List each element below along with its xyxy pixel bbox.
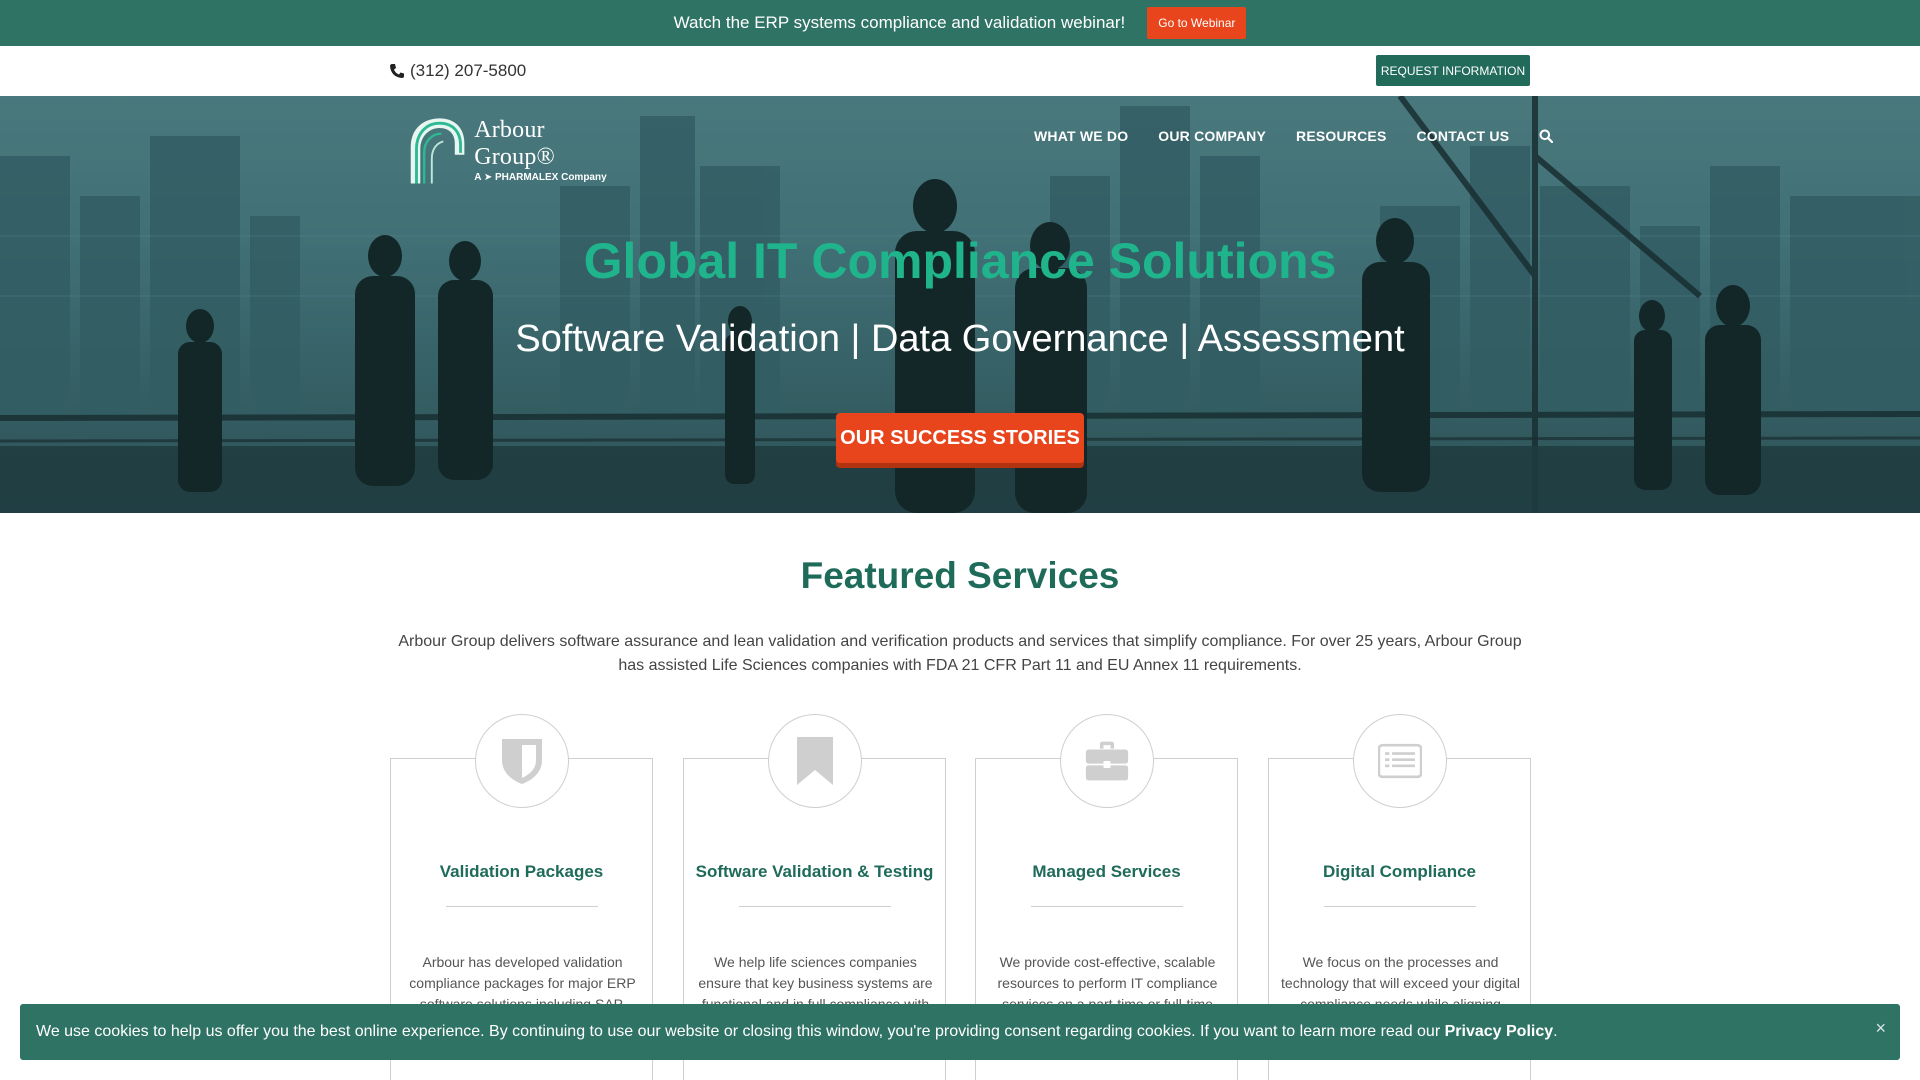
phone-text: (312) 207-5800: [410, 61, 527, 80]
utility-bar: (312) 207-5800 REQUEST INFORMATION: [0, 46, 1920, 96]
shield-icon: [502, 739, 542, 784]
card-icon-circle: [768, 714, 862, 808]
bookmark-icon: [797, 737, 833, 785]
briefcase-icon: [1085, 741, 1129, 781]
nav-resources[interactable]: RESOURCES: [1296, 128, 1386, 144]
nav-contact-us[interactable]: CONTACT US: [1417, 128, 1510, 144]
hero-subtitle: Software Validation | Data Governance | …: [515, 318, 1405, 360]
card-icon-circle: [475, 714, 569, 808]
logo-subtitle: A ➤ PHARMALEX Company: [474, 172, 607, 183]
card-icon-circle: [1060, 714, 1154, 808]
phone-number[interactable]: (312) 207-5800: [389, 61, 526, 81]
cookie-message: We use cookies to help us offer you the …: [36, 1023, 1445, 1040]
list-icon: [1378, 743, 1422, 779]
card-divider: [1031, 906, 1183, 907]
hero-title: Global IT Compliance Solutions: [583, 233, 1337, 289]
search-icon[interactable]: [1539, 129, 1554, 143]
request-information-button[interactable]: REQUEST INFORMATION: [1376, 55, 1530, 86]
main-nav: WHAT WE DO OUR COMPANY RESOURCES CONTACT…: [1034, 128, 1554, 144]
featured-services-heading: Featured Services: [800, 555, 1120, 596]
featured-services-description: Arbour Group delivers software assurance…: [398, 633, 1522, 674]
card-icon-circle: [1353, 714, 1447, 808]
privacy-policy-link[interactable]: Privacy Policy: [1445, 1023, 1554, 1040]
arbour-group-logo[interactable]: Arbour Group® A ➤ PHARMALEX Company: [405, 112, 625, 188]
card-title[interactable]: Managed Services: [976, 862, 1237, 882]
phone-icon: [390, 64, 404, 78]
card-divider: [1324, 906, 1476, 907]
cookie-suffix: .: [1553, 1023, 1558, 1040]
cookie-banner: We use cookies to help us offer you the …: [20, 1004, 1900, 1060]
card-title[interactable]: Validation Packages: [391, 862, 652, 882]
arch-logo-icon: [410, 118, 465, 184]
card-divider: [446, 906, 598, 907]
success-stories-button[interactable]: OUR SUCCESS STORIES: [836, 413, 1084, 463]
logo-name: Arbour Group®: [474, 117, 555, 170]
card-title[interactable]: Software Validation & Testing: [684, 862, 945, 882]
card-title[interactable]: Digital Compliance: [1269, 862, 1530, 882]
nav-our-company[interactable]: OUR COMPANY: [1158, 128, 1266, 144]
close-icon[interactable]: ×: [1875, 1018, 1886, 1039]
go-to-webinar-button[interactable]: Go to Webinar: [1147, 7, 1247, 39]
hero-section: Arbour Group® A ➤ PHARMALEX Company WHAT…: [0, 96, 1920, 513]
announcement-text: Watch the ERP systems compliance and val…: [673, 13, 1126, 32]
announcement-bar: Watch the ERP systems compliance and val…: [0, 0, 1920, 46]
nav-what-we-do[interactable]: WHAT WE DO: [1034, 128, 1128, 144]
cookie-text: We use cookies to help us offer you the …: [36, 1023, 1558, 1041]
card-divider: [739, 906, 891, 907]
